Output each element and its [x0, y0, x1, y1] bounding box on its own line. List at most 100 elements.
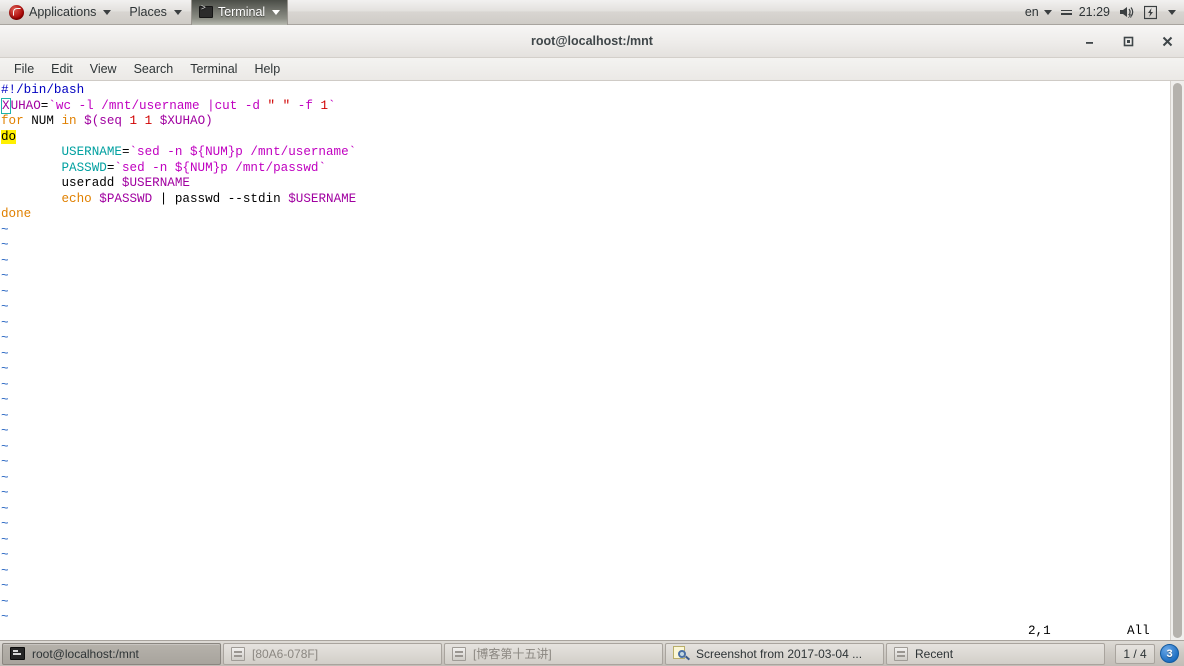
close-button[interactable] — [1158, 33, 1176, 51]
code-token: done — [1, 207, 32, 221]
empty-line-marker: ~ — [1, 315, 9, 330]
top-panel: Applications Places Terminal en 21:29 x — [0, 0, 1184, 25]
code-token: 1 — [320, 98, 329, 113]
window-titlebar[interactable]: root@localhost:/mnt — [0, 25, 1184, 58]
code-token: PASSWD — [61, 160, 107, 175]
code-line: USERNAME=`sed -n ${NUM}p /mnt/username` — [1, 145, 1170, 161]
minimize-button[interactable] — [1080, 33, 1098, 51]
empty-line-marker: ~ — [1, 300, 9, 314]
code-token: useradd — [1, 176, 122, 190]
chevron-down-icon — [1043, 9, 1052, 15]
code-token: X — [1, 97, 11, 114]
clock[interactable]: 21:29 — [1060, 5, 1110, 19]
chevron-down-icon — [173, 9, 182, 15]
code-line: echo $PASSWD | passwd --stdin $USERNAME — [1, 192, 1170, 208]
window-menu-terminal[interactable]: Terminal — [190, 0, 289, 25]
window-menu-label: Terminal — [217, 5, 266, 19]
code-token: in — [61, 114, 77, 128]
menu-lines-icon — [1060, 9, 1072, 15]
vim-cursor-position: 2,1 — [1028, 624, 1051, 638]
empty-line-marker: ~ — [1, 331, 9, 345]
battery-icon[interactable] — [1144, 5, 1157, 20]
empty-line-marker: ~ — [1, 393, 9, 407]
taskbar: root@localhost:/mnt [80A6-078F] [博客第十五讲]… — [0, 640, 1184, 666]
code-token: ` — [328, 98, 336, 113]
code-line: useradd $USERNAME — [1, 176, 1170, 192]
system-tray: en 21:29 x — [1025, 5, 1184, 20]
code-token: 1 — [129, 114, 138, 128]
volume-muted-icon[interactable]: x — [1119, 5, 1135, 19]
taskbar-item-drive-blog[interactable]: [博客第十五讲] — [444, 642, 663, 665]
empty-line-marker: ~ — [1, 455, 9, 469]
places-menu[interactable]: Places — [120, 0, 191, 25]
taskbar-item-recent[interactable]: Recent — [886, 642, 1105, 665]
applications-menu[interactable]: Applications — [0, 0, 120, 25]
fedora-logo-icon — [9, 4, 24, 20]
maximize-button[interactable] — [1119, 33, 1137, 51]
applications-menu-label: Applications — [29, 5, 97, 19]
code-line: do — [1, 129, 1170, 146]
window-title: root@localhost:/mnt — [531, 34, 653, 48]
code-line: for NUM in $(seq 1 1 $XUHAO) — [1, 114, 1170, 130]
notification-badge[interactable]: 3 — [1160, 644, 1179, 663]
taskbar-item-drive-80a6[interactable]: [80A6-078F] — [223, 642, 442, 665]
menu-view[interactable]: View — [82, 60, 125, 78]
code-token: `wc -l /mnt/username |cut -d — [48, 98, 268, 113]
code-token: NUM — [23, 114, 62, 128]
taskbar-item-screenshot[interactable]: Screenshot from 2017-03-04 ... — [665, 642, 884, 665]
chevron-down-icon — [272, 9, 281, 15]
keyboard-layout-label: en — [1024, 5, 1039, 19]
menu-search[interactable]: Search — [126, 60, 182, 78]
code-token: = — [121, 145, 130, 159]
empty-line-marker: ~ — [1, 563, 9, 578]
drive-icon — [452, 646, 466, 661]
empty-line-marker: ~ — [1, 501, 9, 516]
code-token: `sed -n ${NUM}p /mnt/passwd` — [114, 160, 327, 175]
vim-scroll-indicator: All — [1127, 624, 1150, 638]
empty-line-marker: ~ — [1, 439, 9, 454]
menu-file[interactable]: File — [6, 60, 42, 78]
menu-help[interactable]: Help — [246, 60, 288, 78]
chevron-down-icon — [103, 9, 112, 15]
code-line: PASSWD=`sed -n ${NUM}p /mnt/passwd` — [1, 161, 1170, 177]
terminal-icon — [198, 4, 213, 18]
menu-edit[interactable]: Edit — [43, 60, 81, 78]
code-line: XUHAO=`wc -l /mnt/username |cut -d " " -… — [1, 97, 1170, 115]
code-token: $USERNAME — [288, 191, 357, 206]
code-token: echo — [61, 191, 92, 206]
taskbar-item-label: root@localhost:/mnt — [32, 646, 139, 661]
taskbar-item-terminal[interactable]: root@localhost:/mnt — [2, 642, 221, 665]
empty-line-marker: ~ — [1, 284, 9, 299]
terminal-content-area[interactable]: #!/bin/bash XUHAO=`wc -l /mnt/username |c… — [0, 81, 1184, 640]
svg-text:x: x — [1128, 13, 1132, 19]
empty-line-marker: ~ — [1, 362, 9, 376]
menu-terminal[interactable]: Terminal — [182, 60, 245, 78]
code-token: $USERNAME — [121, 176, 190, 190]
drive-icon — [894, 646, 908, 661]
empty-line-marker: ~ — [1, 532, 9, 547]
tray-chevron-down-icon[interactable] — [1168, 9, 1176, 15]
empty-line-marker: ~ — [1, 377, 9, 392]
code-token: USERNAME — [61, 145, 122, 159]
drive-icon — [231, 646, 245, 661]
workspace-switcher[interactable]: 1 / 4 — [1115, 643, 1155, 664]
terminal-scrollbar[interactable] — [1170, 81, 1184, 640]
window-controls — [1080, 25, 1176, 58]
taskbar-item-label: [80A6-078F] — [252, 646, 319, 661]
empty-line-marker: ~ — [1, 594, 9, 609]
empty-line-marker: ~ — [1, 222, 9, 237]
clock-label: 21:29 — [1078, 5, 1110, 19]
code-line: #!/bin/bash — [1, 83, 1170, 99]
keyboard-layout-indicator[interactable]: en — [1025, 5, 1052, 19]
vim-editor-buffer[interactable]: #!/bin/bash XUHAO=`wc -l /mnt/username |c… — [0, 81, 1170, 640]
code-token: | passwd --stdin — [152, 191, 289, 206]
empty-line-marker: ~ — [1, 517, 9, 531]
code-token: $PASSWD — [99, 191, 153, 206]
taskbar-tray: 1 / 4 3 — [1115, 643, 1182, 664]
empty-line-marker: ~ — [1, 579, 9, 593]
terminal-scrollbar-thumb[interactable] — [1173, 83, 1182, 638]
